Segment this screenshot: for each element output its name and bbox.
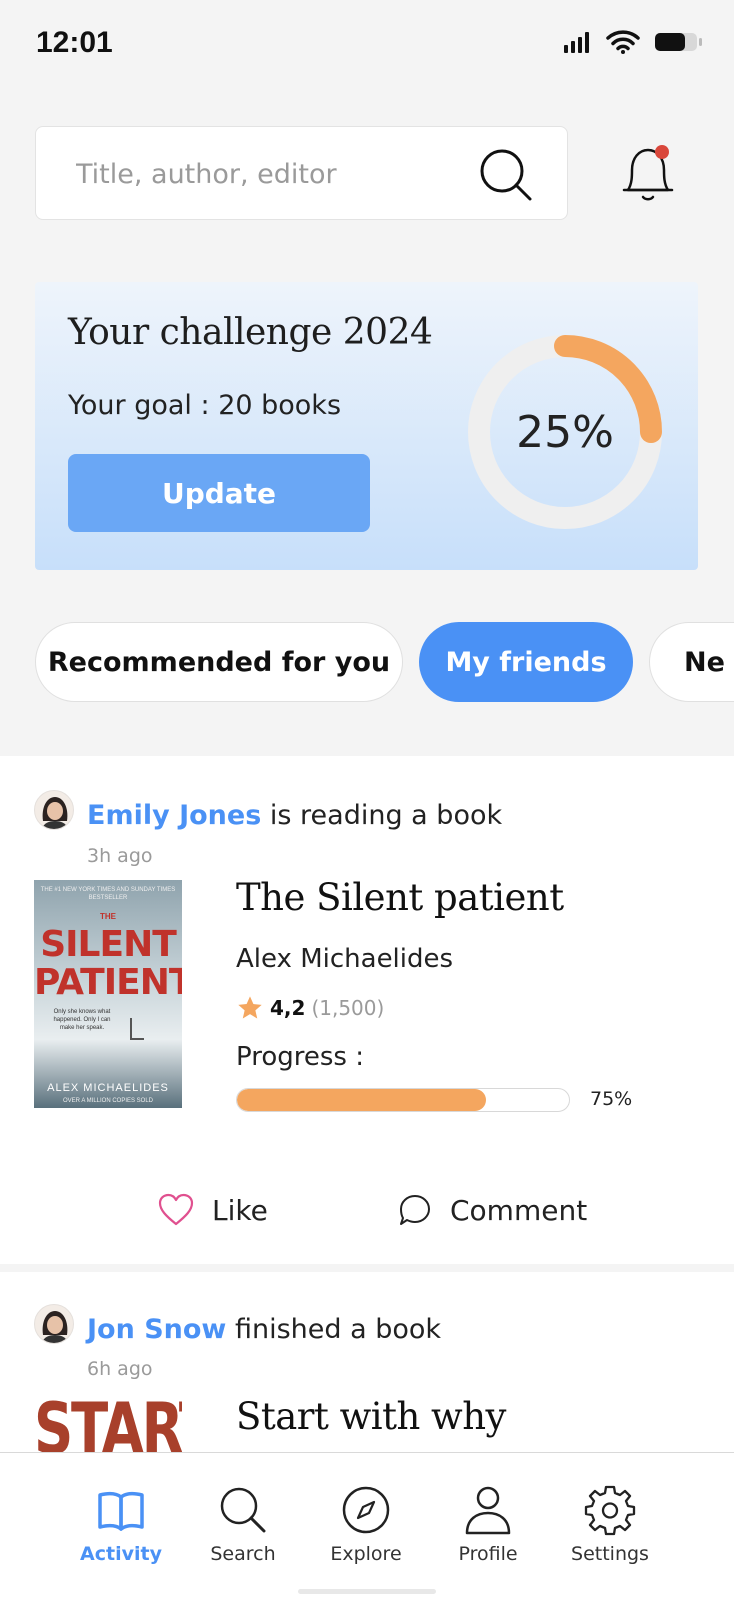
nav-label: Search bbox=[210, 1543, 276, 1565]
activity-line: Emily Jones is reading a book bbox=[87, 800, 502, 831]
rating-count: (1,500) bbox=[311, 996, 385, 1020]
cover-author: ALEX MICHAELIDES bbox=[47, 1082, 169, 1094]
book-cover[interactable]: THE #1 NEW YORK TIMES AND SUNDAY TIMES B… bbox=[34, 880, 182, 1108]
like-button[interactable]: Like bbox=[158, 1188, 268, 1232]
chip-my-friends[interactable]: My friends bbox=[419, 622, 633, 702]
chip-new[interactable]: Ne bbox=[649, 622, 734, 702]
rating-value: 4,2 bbox=[270, 996, 306, 1020]
reading-progress-fill bbox=[237, 1089, 486, 1111]
feed-filter-chips: Recommended for you My friends Ne bbox=[35, 622, 734, 704]
chip-recommended[interactable]: Recommended for you bbox=[35, 622, 403, 702]
notification-bell-icon[interactable] bbox=[618, 140, 678, 206]
activity-line: Jon Snow finished a book bbox=[87, 1314, 441, 1345]
cover-title: START bbox=[34, 1394, 182, 1454]
book-author[interactable]: Alex Michaelides bbox=[236, 944, 453, 974]
star-icon bbox=[238, 996, 262, 1019]
activity-time: 3h ago bbox=[87, 845, 153, 867]
search-icon[interactable] bbox=[476, 145, 536, 205]
challenge-card: Your challenge 2024 Your goal : 20 books… bbox=[35, 282, 698, 570]
user-icon bbox=[465, 1486, 511, 1535]
book-title[interactable]: The Silent patient bbox=[236, 876, 564, 919]
status-time: 12:01 bbox=[36, 26, 113, 59]
nav-settings[interactable]: Settings bbox=[555, 1483, 665, 1583]
cover-quote: Only she knows what happened. Only I can… bbox=[53, 1009, 111, 1031]
nav-label: Activity bbox=[80, 1543, 162, 1565]
search-input[interactable] bbox=[76, 149, 476, 199]
challenge-percent: 25% bbox=[516, 406, 614, 458]
challenge-title: Your challenge 2024 bbox=[68, 312, 433, 353]
nav-activity[interactable]: Activity bbox=[66, 1483, 176, 1583]
status-icons bbox=[564, 30, 704, 54]
notification-dot bbox=[655, 145, 669, 159]
activity-action: finished a book bbox=[234, 1314, 442, 1345]
cover-the: THE bbox=[100, 912, 116, 921]
progress-label: Progress : bbox=[236, 1042, 364, 1072]
wifi-icon bbox=[606, 30, 640, 54]
heart-icon bbox=[158, 1193, 194, 1226]
home-indicator bbox=[298, 1589, 436, 1594]
status-bar: 12:01 bbox=[0, 0, 734, 88]
activity-time: 6h ago bbox=[87, 1358, 153, 1380]
nav-label: Explore bbox=[330, 1543, 402, 1565]
compass-icon bbox=[342, 1486, 390, 1534]
nav-search[interactable]: Search bbox=[188, 1483, 298, 1583]
book-cover[interactable]: START bbox=[34, 1394, 182, 1454]
nav-profile[interactable]: Profile bbox=[433, 1483, 543, 1583]
nav-explore[interactable]: Explore bbox=[311, 1483, 421, 1583]
cover-tagline: THE #1 NEW YORK TIMES AND SUNDAY TIMES B… bbox=[40, 887, 176, 901]
search-icon bbox=[220, 1487, 266, 1533]
challenge-goal: Your goal : 20 books bbox=[68, 390, 342, 421]
reading-progress-bar bbox=[236, 1088, 570, 1112]
progress-value: 75% bbox=[590, 1088, 633, 1110]
nav-label: Settings bbox=[571, 1543, 649, 1565]
user-link[interactable]: Jon Snow bbox=[87, 1314, 226, 1345]
like-label: Like bbox=[212, 1193, 268, 1227]
search-box[interactable] bbox=[35, 126, 568, 220]
comment-label: Comment bbox=[450, 1193, 588, 1227]
cover-bottom-line: OVER A MILLION COPIES SOLD bbox=[62, 1098, 154, 1104]
battery-icon bbox=[655, 33, 702, 51]
avatar[interactable] bbox=[34, 1304, 74, 1344]
user-link[interactable]: Emily Jones bbox=[87, 800, 261, 831]
comment-icon bbox=[400, 1195, 430, 1225]
nav-label: Profile bbox=[458, 1543, 518, 1565]
gear-icon bbox=[584, 1485, 636, 1536]
comment-button[interactable]: Comment bbox=[398, 1188, 587, 1232]
cover-title: SILENT PATIENT bbox=[34, 924, 182, 1003]
bottom-navigation: Activity Search Explore Profile Settings bbox=[0, 1452, 734, 1598]
cover-chair bbox=[130, 1018, 144, 1040]
avatar[interactable] bbox=[34, 790, 74, 830]
book-rating: 4,2 (1,500) bbox=[236, 994, 384, 1022]
book-title[interactable]: Start with why bbox=[236, 1395, 506, 1438]
signal-icon bbox=[564, 32, 589, 53]
activity-action: is reading a book bbox=[269, 800, 503, 831]
book-icon bbox=[98, 1491, 144, 1531]
update-button[interactable]: Update bbox=[68, 454, 370, 532]
